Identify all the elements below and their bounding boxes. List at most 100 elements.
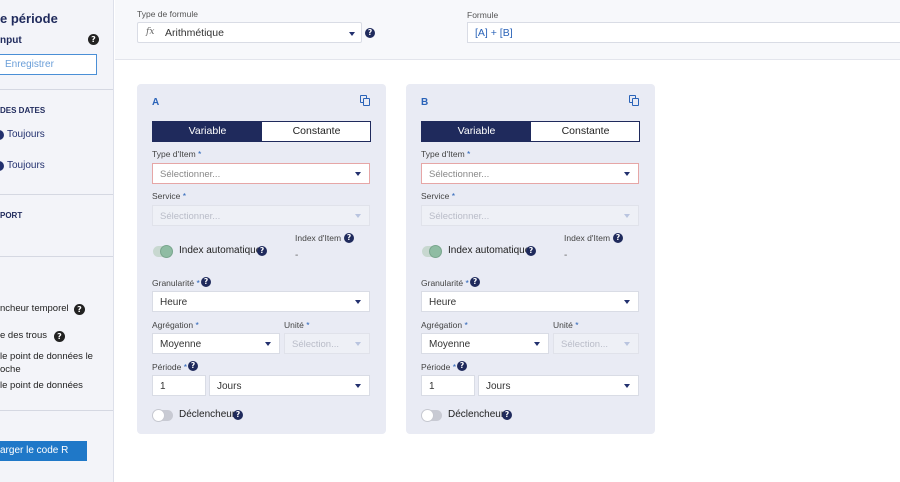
help-icon[interactable]: ? bbox=[257, 246, 267, 256]
operand-card-b: B Variable Constante Type d'Item * Sélec… bbox=[406, 84, 655, 434]
chevron-down-icon bbox=[534, 342, 540, 346]
item-type-label: Type d'Item * bbox=[152, 149, 202, 159]
constant-tab[interactable]: Constante bbox=[531, 122, 640, 141]
select-placeholder: Sélectionner... bbox=[429, 169, 490, 180]
help-icon[interactable]: ? bbox=[54, 331, 65, 342]
trigger-label: Déclencheur bbox=[448, 409, 505, 420]
radio-button[interactable] bbox=[0, 130, 4, 140]
select-value: Heure bbox=[160, 297, 188, 308]
variable-constant-toggle: Variable Constante bbox=[421, 121, 640, 142]
help-icon[interactable]: ? bbox=[233, 410, 243, 420]
point-option-label-2: le point de données bbox=[0, 380, 83, 391]
save-button[interactable]: Enregistrer bbox=[0, 54, 97, 75]
service-label: Service * bbox=[152, 191, 187, 201]
item-index-label: Index d'Item bbox=[564, 233, 611, 243]
formula-type-select[interactable]: fx Arithmétique bbox=[137, 22, 362, 43]
item-type-label: Type d'Item * bbox=[421, 149, 471, 159]
service-select[interactable]: Sélectionner... bbox=[421, 205, 639, 226]
sidebar-title: e période bbox=[0, 11, 58, 26]
help-icon[interactable]: ? bbox=[344, 233, 354, 243]
divider bbox=[0, 410, 113, 411]
item-type-select[interactable]: Sélectionner... bbox=[421, 163, 639, 184]
formula-bar: Type de formule fx Arithmétique ? Formul… bbox=[115, 0, 900, 60]
help-icon[interactable]: ? bbox=[365, 28, 375, 38]
granularity-select[interactable]: Heure bbox=[421, 291, 639, 312]
select-value: Moyenne bbox=[429, 339, 471, 350]
aggregation-select[interactable]: Moyenne bbox=[152, 333, 280, 354]
variable-constant-toggle: Variable Constante bbox=[152, 121, 371, 142]
divider bbox=[0, 256, 113, 257]
period-label: Période * bbox=[152, 362, 187, 372]
chevron-down-icon bbox=[624, 172, 630, 176]
download-r-code-label: arger le code R bbox=[0, 445, 69, 456]
unit-select[interactable]: Sélection... bbox=[553, 333, 639, 354]
auto-index-toggle[interactable] bbox=[422, 245, 442, 258]
service-label: Service * bbox=[421, 191, 456, 201]
sidebar: e période nput ? Enregistrer DES DATES T… bbox=[0, 0, 114, 482]
formula-input[interactable]: [A] + [B] bbox=[467, 22, 900, 43]
auto-index-label: Index automatique bbox=[179, 245, 262, 256]
radio-label[interactable]: Toujours bbox=[7, 129, 45, 140]
select-value: Heure bbox=[429, 297, 457, 308]
chevron-down-icon bbox=[624, 214, 630, 218]
chevron-down-icon bbox=[624, 342, 630, 346]
help-icon[interactable]: ? bbox=[88, 34, 99, 45]
help-icon[interactable]: ? bbox=[74, 304, 85, 315]
select-placeholder: Sélection... bbox=[561, 339, 608, 350]
select-placeholder: Sélectionner... bbox=[160, 169, 221, 180]
trigger-toggle[interactable] bbox=[152, 409, 173, 422]
help-icon[interactable]: ? bbox=[502, 410, 512, 420]
help-icon[interactable]: ? bbox=[457, 361, 467, 371]
chevron-down-icon bbox=[355, 214, 361, 218]
select-placeholder: Sélectionner... bbox=[160, 211, 221, 222]
item-index-value: - bbox=[295, 250, 299, 261]
operand-letter: A bbox=[152, 97, 160, 108]
variable-tab[interactable]: Variable bbox=[153, 122, 262, 141]
chevron-down-icon bbox=[624, 384, 630, 388]
period-unit-select[interactable]: Jours bbox=[209, 375, 370, 396]
chevron-down-icon bbox=[355, 342, 361, 346]
trigger-label: Déclencheur bbox=[179, 409, 236, 420]
divider bbox=[0, 194, 113, 195]
period-unit-select[interactable]: Jours bbox=[478, 375, 639, 396]
aggregation-label: Agrégation * bbox=[421, 320, 468, 330]
unit-label: Unité * bbox=[284, 320, 310, 330]
radio-button[interactable] bbox=[0, 161, 4, 171]
formula-type-label: Type de formule bbox=[137, 9, 198, 19]
help-icon[interactable]: ? bbox=[201, 277, 211, 287]
help-icon[interactable]: ? bbox=[470, 277, 480, 287]
constant-tab[interactable]: Constante bbox=[262, 122, 371, 141]
period-label: Période * bbox=[421, 362, 456, 372]
point-option-label: le point de données le bbox=[0, 351, 93, 362]
variable-tab[interactable]: Variable bbox=[422, 122, 531, 141]
aggregation-select[interactable]: Moyenne bbox=[421, 333, 549, 354]
trigger-toggle[interactable] bbox=[421, 409, 442, 422]
radio-label[interactable]: Toujours bbox=[7, 160, 45, 171]
item-type-select[interactable]: Sélectionner... bbox=[152, 163, 370, 184]
operand-card-a: A Variable Constante Type d'Item * Sélec… bbox=[137, 84, 386, 434]
unit-select[interactable]: Sélection... bbox=[284, 333, 370, 354]
auto-index-toggle[interactable] bbox=[153, 245, 173, 258]
fx-icon: fx bbox=[146, 27, 155, 37]
item-index-label: Index d'Item bbox=[295, 233, 342, 243]
download-r-code-button[interactable]: arger le code R bbox=[0, 441, 87, 461]
formula-label: Formule bbox=[467, 10, 499, 20]
period-number-input[interactable]: 1 bbox=[152, 375, 206, 396]
service-select[interactable]: Sélectionner... bbox=[152, 205, 370, 226]
unit-label: Unité * bbox=[553, 320, 579, 330]
operand-letter: B bbox=[421, 97, 429, 108]
help-icon[interactable]: ? bbox=[526, 246, 536, 256]
granularity-select[interactable]: Heure bbox=[152, 291, 370, 312]
item-index-value: - bbox=[564, 250, 568, 261]
chevron-down-icon bbox=[355, 300, 361, 304]
dates-section-title: DES DATES bbox=[0, 106, 46, 115]
select-value: Moyenne bbox=[160, 339, 202, 350]
chevron-down-icon bbox=[265, 342, 271, 346]
trigger-option-label: ncheur temporel bbox=[0, 303, 69, 314]
period-number-input[interactable]: 1 bbox=[421, 375, 475, 396]
copy-icon[interactable] bbox=[360, 95, 370, 106]
help-icon[interactable]: ? bbox=[613, 233, 623, 243]
help-icon[interactable]: ? bbox=[188, 361, 198, 371]
copy-icon[interactable] bbox=[629, 95, 639, 106]
granularity-label: Granularité * bbox=[421, 278, 469, 288]
